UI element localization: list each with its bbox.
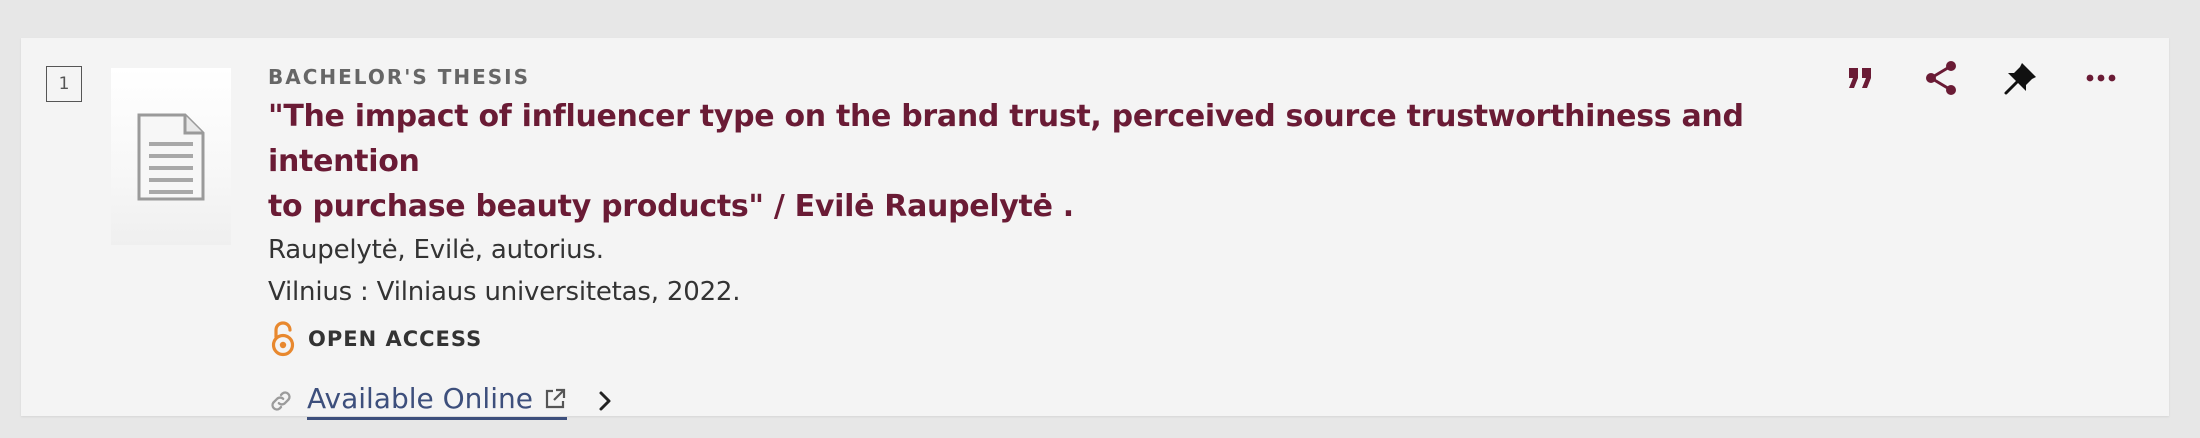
open-access-label: OPEN ACCESS [308, 327, 483, 351]
pin-icon [2004, 63, 2036, 95]
open-access-indicator: OPEN ACCESS [268, 319, 1788, 359]
quote-icon [1849, 68, 1871, 88]
result-title-line-1[interactable]: "The impact of influencer type on the br… [268, 94, 1788, 184]
external-link-icon [545, 388, 566, 408]
available-online-label: Available Online [307, 382, 533, 415]
share-icon [1926, 61, 1956, 95]
share-button[interactable] [1901, 56, 1981, 100]
document-icon [137, 113, 205, 200]
available-online-link[interactable]: Available Online [307, 382, 567, 420]
more-button[interactable] [2061, 56, 2141, 100]
more-icon [2086, 74, 2116, 82]
cite-button[interactable] [1821, 56, 1901, 100]
availability-row: Available Online [268, 379, 1788, 423]
document-thumbnail[interactable] [111, 68, 231, 245]
search-result-card: 1 BACHELOR'S THESIS "The impact of influ… [21, 38, 2169, 420]
result-actions [1821, 56, 2141, 100]
result-content: BACHELOR'S THESIS "The impact of influen… [268, 62, 1788, 423]
result-title-line-2[interactable]: to purchase beauty products" / Evilė Rau… [268, 184, 1788, 229]
result-title[interactable]: "The impact of influencer type on the br… [268, 94, 1788, 229]
resource-type: BACHELOR'S THESIS [268, 65, 531, 89]
result-publisher: Vilnius : Vilniaus universitetas, 2022. [268, 277, 741, 307]
pin-button[interactable] [1981, 56, 2061, 100]
result-author: Raupelytė, Evilė, autorius. [268, 235, 604, 265]
open-lock-icon [271, 321, 295, 357]
chevron-right-icon[interactable] [593, 389, 617, 413]
link-icon [271, 391, 291, 411]
result-index: 1 [46, 66, 82, 102]
